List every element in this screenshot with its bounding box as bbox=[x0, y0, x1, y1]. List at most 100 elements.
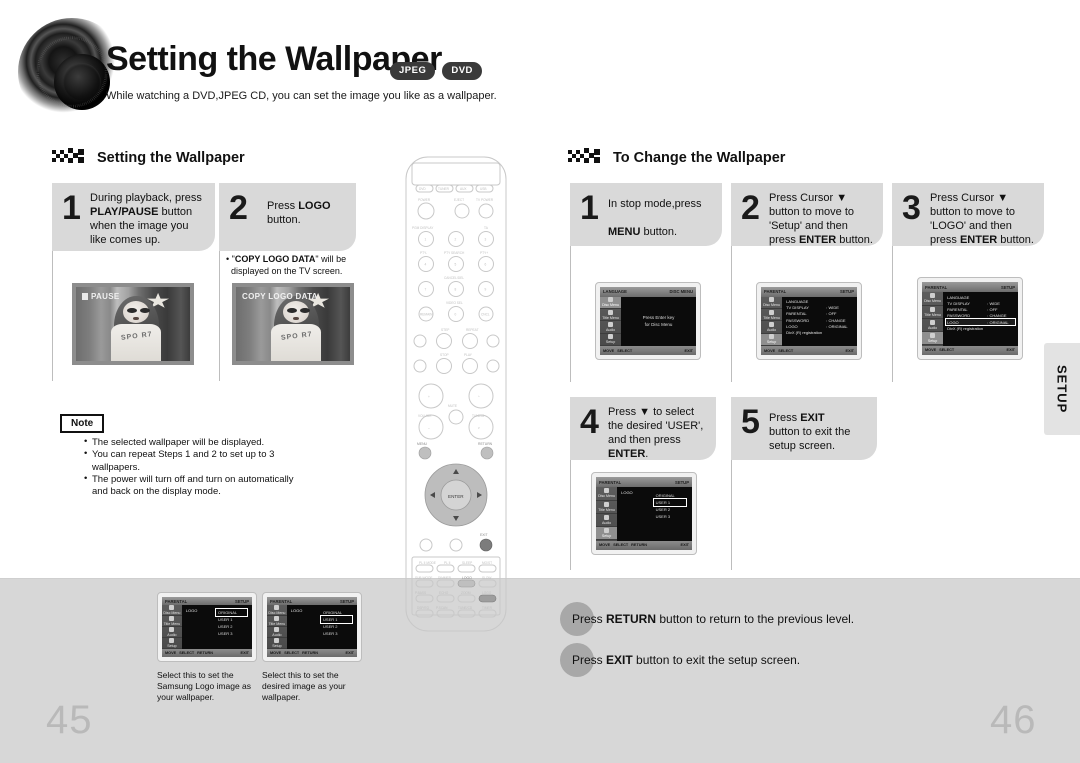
step-number: 1 bbox=[62, 189, 81, 227]
tv-topbar: PARENTAL SETUP bbox=[267, 597, 357, 606]
tv-row: PASSWORD: CHANGE bbox=[947, 313, 1007, 319]
tv-sidebar: Disc Menu Title Menu Audio Setup bbox=[922, 292, 944, 346]
tv-sidebar: Disc Menu Title Menu Audio Setup bbox=[162, 605, 182, 650]
svg-text:REPEAT: REPEAT bbox=[466, 328, 479, 332]
svg-text:CANCEL/DEL: CANCEL/DEL bbox=[444, 276, 464, 280]
step-text: Press LOGO button. bbox=[267, 200, 331, 227]
right-step-4: 4 Press ▼ to select the desired 'USER', … bbox=[570, 397, 716, 460]
svg-text:PLAY: PLAY bbox=[464, 353, 473, 357]
svg-text:REMAIN: REMAIN bbox=[420, 313, 433, 317]
tv-topbar: LANGUAGE DISC MENU bbox=[600, 287, 696, 297]
svg-text:^: ^ bbox=[478, 395, 480, 399]
svg-text:P.BASS: P.BASS bbox=[415, 591, 426, 595]
tv-side-item: Disc Menu bbox=[922, 292, 944, 306]
tv-side-item: Disc Menu bbox=[596, 487, 618, 501]
tv-row: PASSWORD: CHANGE bbox=[786, 317, 846, 323]
tv-bottombar: MOVE SELECT EXIT bbox=[922, 345, 1018, 355]
callout-text: Press RETURN button to return to the pre… bbox=[572, 612, 855, 626]
tv-side-item: Disc Menu bbox=[162, 605, 182, 617]
tv-setup-rows: LANGUAGE TV DISPLAY: WIDE PARENTAL: OFF … bbox=[782, 297, 857, 347]
tv-bottombar: MOVE SELECT RETURN EXIT bbox=[162, 649, 252, 657]
media-badges: JPEG DVD bbox=[390, 62, 482, 80]
tv-display: LANGUAGE DISC MENU Disc Menu Title Menu … bbox=[600, 287, 696, 355]
copy-logo-data-note: • "COPY LOGO DATA" will be displayed on … bbox=[226, 254, 347, 277]
svg-text:6: 6 bbox=[485, 263, 487, 267]
tv-option: USER 3 bbox=[323, 631, 338, 636]
tv-side-item: Audio bbox=[596, 514, 618, 528]
setup-side-tab: SETUP bbox=[1044, 343, 1080, 435]
tv-row: LANGUAGE bbox=[947, 294, 970, 300]
tv-bottombar: MOVE SELECT RETURN EXIT bbox=[267, 649, 357, 657]
badge-dvd: DVD bbox=[442, 62, 482, 80]
photo-image: SPO R7 COPY LOGO DATA bbox=[236, 287, 350, 361]
tv-option: USER 3 bbox=[655, 513, 671, 519]
tv-sidebar: Disc Menu Title Menu Audio Setup bbox=[761, 296, 783, 347]
photo-image: SPO R7 PAUSE bbox=[76, 287, 190, 361]
left-step-2: 2 Press LOGO button. bbox=[219, 183, 356, 251]
tv-option-selected: USER 1 bbox=[320, 615, 353, 624]
tv-row-highlighted: LOGO: ORIGINAL bbox=[945, 317, 1016, 327]
svg-text:5: 5 bbox=[455, 263, 457, 267]
tv-display: PARENTAL SETUP Disc Menu Title Menu Audi… bbox=[922, 282, 1018, 355]
tv-screen-setup-menu: PARENTAL SETUP Disc Menu Title Menu Audi… bbox=[756, 282, 862, 360]
svg-text:STOP: STOP bbox=[440, 353, 449, 357]
left-col2-rule bbox=[219, 251, 220, 381]
svg-text:RETURN: RETURN bbox=[478, 442, 493, 446]
tv-display: PARENTAL SETUP Disc Menu Title Menu Audi… bbox=[761, 287, 857, 355]
callout-return: Press RETURN button to return to the pre… bbox=[560, 602, 980, 636]
tv-side-item: Audio bbox=[922, 319, 944, 333]
svg-text:4: 4 bbox=[425, 263, 427, 267]
tv-side-item: Disc Menu bbox=[267, 605, 287, 617]
svg-text:STEP: STEP bbox=[441, 328, 449, 332]
photo-eye-left bbox=[126, 307, 137, 313]
step-number: 4 bbox=[580, 403, 599, 441]
badge-jpeg: JPEG bbox=[390, 62, 436, 80]
tv-side-item: Title Menu bbox=[596, 501, 618, 514]
svg-text:TV POWER: TV POWER bbox=[476, 198, 494, 202]
tv-topbar: PARENTAL SETUP bbox=[761, 287, 857, 297]
svg-text:EXIT: EXIT bbox=[480, 533, 488, 537]
tv-side-item: Audio bbox=[162, 627, 182, 639]
tv-side-item: Title Menu bbox=[162, 616, 182, 628]
tv-option-selected: USER 1 bbox=[652, 497, 688, 507]
step-number: 2 bbox=[229, 189, 248, 227]
tv-side-item: Setup bbox=[600, 334, 622, 347]
tv-side-item: Setup bbox=[761, 333, 783, 347]
tv-side-item: Setup bbox=[162, 638, 182, 650]
tv-row: DivX (R) registration bbox=[786, 330, 823, 336]
tv-side-item: Title Menu bbox=[761, 309, 783, 322]
svg-text:PL II MODE: PL II MODE bbox=[419, 561, 436, 565]
tv-side-item: Setup bbox=[596, 527, 618, 541]
osd-copy-logo-label: COPY LOGO DATA bbox=[242, 292, 318, 301]
tv-sidebar: Disc Menu Title Menu Audio Setup bbox=[596, 487, 618, 541]
step-text: Press ▼ to select the desired 'USER', an… bbox=[608, 406, 704, 461]
svg-text:SUB WOOF: SUB WOOF bbox=[415, 576, 432, 580]
left-step-1: 1 During playback, press PLAY/PAUSE butt… bbox=[52, 183, 215, 251]
tv-logo-option-list: ORIGINAL USER 1 USER 2 USER 3 bbox=[215, 608, 248, 637]
tv-display: PARENTAL SETUP Disc Menu Title Menu Audi… bbox=[596, 477, 692, 550]
left-col1-rule bbox=[52, 251, 53, 381]
svg-text:0: 0 bbox=[455, 313, 457, 317]
photo-mouth bbox=[293, 316, 299, 321]
chevron-arrows-icon bbox=[52, 148, 88, 168]
step-number: 3 bbox=[902, 189, 921, 227]
svg-text:AUX: AUX bbox=[460, 187, 467, 191]
photo-copy-logo-frame: SPO R7 COPY LOGO DATA bbox=[232, 283, 354, 365]
tv-display: PARENTAL SETUP Disc Menu Title Menu Audi… bbox=[162, 597, 252, 657]
svg-text:ECHO: ECHO bbox=[439, 591, 449, 595]
callout-text: Press EXIT button to exit the setup scre… bbox=[572, 653, 801, 667]
svg-text:MO/ST: MO/ST bbox=[482, 561, 492, 565]
step-text: In stop mode,press MENU button. bbox=[608, 198, 702, 239]
tv-row: TV DISPLAY: WIDE bbox=[786, 305, 839, 311]
svg-text:POWER: POWER bbox=[418, 198, 431, 202]
tv-side-item: Audio bbox=[600, 321, 622, 334]
svg-text:MENU: MENU bbox=[417, 442, 428, 446]
right-col1-rule bbox=[570, 246, 571, 382]
svg-text:3: 3 bbox=[485, 238, 487, 242]
tv-side-item: Disc Menu bbox=[761, 297, 783, 309]
tv-topbar: PARENTAL SETUP bbox=[596, 477, 692, 488]
tv-row: TV DISPLAY: WIDE bbox=[947, 301, 1000, 306]
photo-eye-right bbox=[139, 307, 151, 313]
svg-text:VIDEO SEL: VIDEO SEL bbox=[446, 301, 463, 305]
tv-screen-logo-highlight: PARENTAL SETUP Disc Menu Title Menu Audi… bbox=[917, 277, 1023, 360]
